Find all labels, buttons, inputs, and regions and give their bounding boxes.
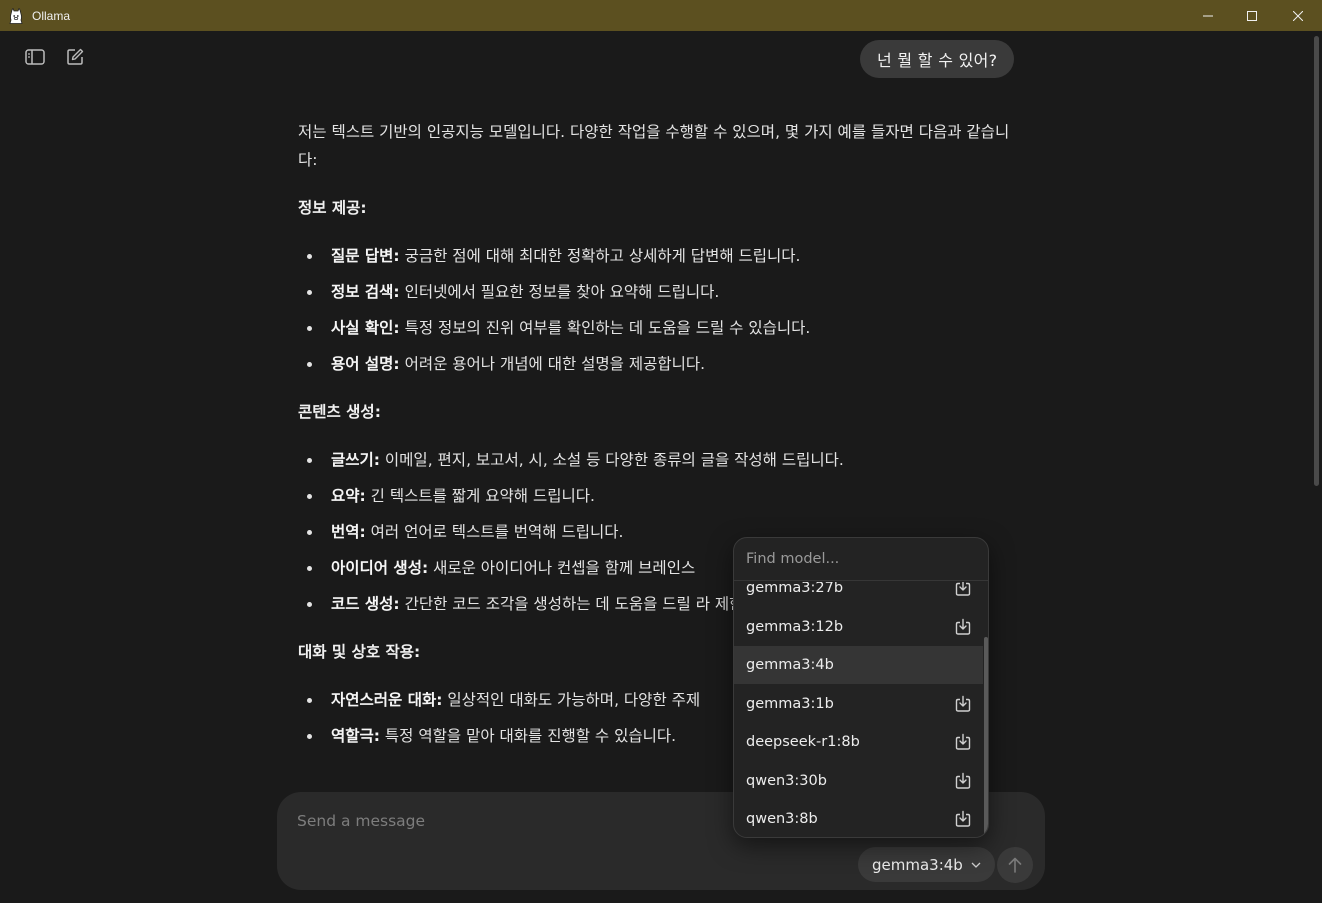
model-option-qwen3-30b[interactable]: qwen3:30b xyxy=(734,762,983,800)
download-icon[interactable] xyxy=(954,733,972,751)
new-chat-button[interactable] xyxy=(63,45,87,69)
section-title: 콘텐츠 생성: xyxy=(298,403,381,421)
model-option-gemma3-27b[interactable]: gemma3:27b xyxy=(734,582,983,607)
model-name: gemma3:12b xyxy=(746,619,844,635)
sidebar-icon xyxy=(25,49,45,65)
message-input[interactable] xyxy=(297,808,737,834)
minimize-button[interactable] xyxy=(1185,0,1231,31)
sidebar-toggle-button[interactable] xyxy=(23,45,47,69)
dropdown-scrollbar[interactable] xyxy=(984,637,988,837)
model-option-qwen3-8b[interactable]: qwen3:8b xyxy=(734,800,983,837)
model-name: gemma3:27b xyxy=(746,582,844,596)
window-title: Ollama xyxy=(32,8,71,23)
title-bar: Ollama xyxy=(0,0,1322,31)
list-item: 요약: 긴 텍스트를 짧게 요약해 드립니다. xyxy=(298,482,1018,510)
model-list: gemma3:27b gemma3:12b gemma3:4b gemma3:1… xyxy=(734,582,988,837)
download-icon[interactable] xyxy=(954,695,972,713)
model-name: qwen3:8b xyxy=(746,811,818,827)
model-name: deepseek-r1:8b xyxy=(746,734,860,750)
selected-model-label: gemma3:4b xyxy=(872,855,963,874)
ollama-logo-icon xyxy=(8,7,24,24)
model-selector-button[interactable]: gemma3:4b xyxy=(858,847,995,882)
send-button[interactable] xyxy=(997,847,1033,883)
response-intro: 저는 텍스트 기반의 인공지능 모델입니다. 다양한 작업을 수행할 수 있으며… xyxy=(298,123,1010,169)
user-message-bubble: 넌 뭘 할 수 있어? xyxy=(860,40,1015,78)
close-icon xyxy=(1293,10,1303,21)
model-option-gemma3-12b[interactable]: gemma3:12b xyxy=(734,608,983,646)
minimize-icon xyxy=(1203,15,1213,16)
download-icon[interactable] xyxy=(954,582,972,597)
model-option-gemma3-1b[interactable]: gemma3:1b xyxy=(734,685,983,723)
model-name: gemma3:1b xyxy=(746,696,834,712)
list-item: 정보 검색: 인터넷에서 필요한 정보를 찾아 요약해 드립니다. xyxy=(298,278,1018,306)
maximize-button[interactable] xyxy=(1229,0,1275,31)
maximize-icon xyxy=(1247,10,1257,21)
model-name: gemma3:4b xyxy=(746,657,834,673)
chat-scrollbar[interactable] xyxy=(1314,36,1319,486)
close-button[interactable] xyxy=(1275,0,1321,31)
section-title: 정보 제공: xyxy=(298,199,367,217)
model-option-gemma3-4b[interactable]: gemma3:4b xyxy=(734,646,983,684)
bullet-list: 질문 답변: 궁금한 점에 대해 최대한 정확하고 상세하게 답변해 드립니다.… xyxy=(298,242,1018,378)
model-option-deepseek-r1-8b[interactable]: deepseek-r1:8b xyxy=(734,723,983,761)
find-model-input[interactable] xyxy=(734,538,988,581)
list-item: 사실 확인: 특정 정보의 진위 여부를 확인하는 데 도움을 드릴 수 있습니… xyxy=(298,314,1018,342)
model-name: qwen3:30b xyxy=(746,773,827,789)
compose-icon xyxy=(67,48,84,65)
download-icon[interactable] xyxy=(954,618,972,636)
list-item: 글쓰기: 이메일, 편지, 보고서, 시, 소설 등 다양한 종류의 글을 작성… xyxy=(298,446,1018,474)
download-icon[interactable] xyxy=(954,772,972,790)
list-item: 용어 설명: 어려운 용어나 개념에 대한 설명을 제공합니다. xyxy=(298,350,1018,378)
arrow-up-icon xyxy=(1008,857,1022,873)
chevron-down-icon xyxy=(971,862,981,868)
list-item: 질문 답변: 궁금한 점에 대해 최대한 정확하고 상세하게 답변해 드립니다. xyxy=(298,242,1018,270)
download-icon[interactable] xyxy=(954,810,972,828)
model-dropdown: gemma3:27b gemma3:12b gemma3:4b gemma3:1… xyxy=(733,537,989,838)
